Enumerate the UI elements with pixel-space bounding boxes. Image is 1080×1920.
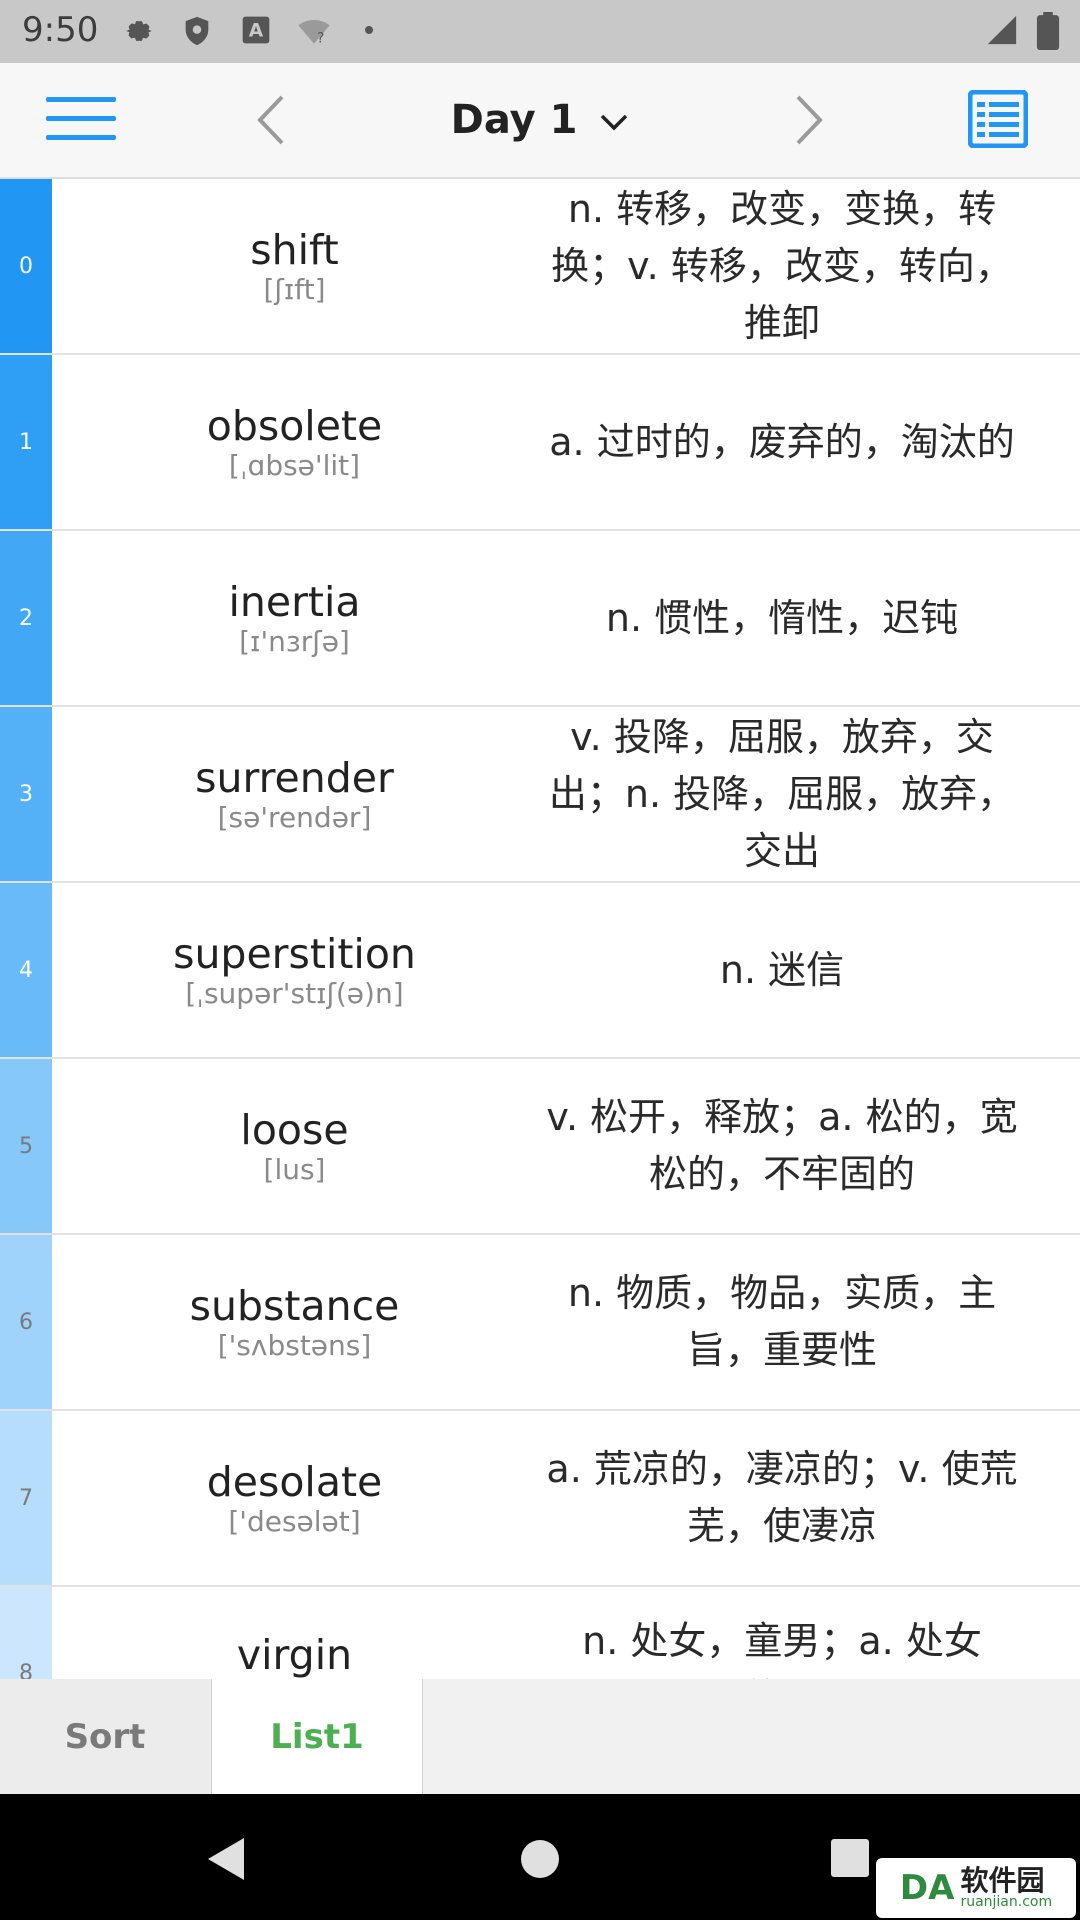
definition-text: a. 过时的，废弃的，淘汰的 bbox=[549, 419, 1015, 464]
definition-cell: n. 转移，改变，变换，转换；v. 转移，改变，转向，推卸 bbox=[537, 179, 1027, 353]
list-view-icon[interactable] bbox=[968, 90, 1028, 148]
row-index: 5 bbox=[0, 1059, 52, 1233]
word-cell: virgin bbox=[52, 1587, 537, 1679]
definition-text: v. 投降，屈服，放弃，交出；n. 投降，屈服，放弃，交出 bbox=[548, 714, 1016, 873]
shield-icon bbox=[185, 16, 209, 46]
list-item[interactable]: 4 superstition [ˌsupər'stɪʃ(ə)n] n. 迷信 bbox=[0, 883, 1080, 1059]
definition-cell: a. 荒凉的，凄凉的；v. 使荒芜，使凄凉 bbox=[537, 1411, 1027, 1585]
definition-cell: n. 处女，童男；a. 处女的， bbox=[537, 1587, 1027, 1679]
system-nav-bar: DA 软件园 ruanjian.com bbox=[0, 1794, 1080, 1920]
definition-text: n. 转移，改变，变换，转换；v. 转移，改变，转向，推卸 bbox=[551, 186, 1013, 345]
word-text: superstition bbox=[173, 930, 416, 978]
definition-text: a. 荒凉的，凄凉的；v. 使荒芜，使凄凉 bbox=[546, 1447, 1018, 1548]
list-item[interactable]: 2 inertia [ɪ'nɜrʃə] n. 惯性，惰性，迟钝 bbox=[0, 531, 1080, 707]
phonetic-text: ['sʌbstəns] bbox=[217, 1329, 372, 1362]
svg-text:?: ? bbox=[317, 30, 325, 46]
word-cell: inertia [ɪ'nɜrʃə] bbox=[52, 531, 537, 705]
tab-list1[interactable]: List1 bbox=[211, 1679, 423, 1794]
phonetic-text: ['desələt] bbox=[228, 1505, 361, 1538]
row-index: 7 bbox=[0, 1411, 52, 1585]
status-bar: 9:50 A ? bbox=[0, 0, 1080, 63]
definition-text: n. 惯性，惰性，迟钝 bbox=[605, 595, 959, 640]
word-text: substance bbox=[189, 1282, 400, 1330]
definition-text: n. 处女，童男；a. 处女的， bbox=[582, 1619, 982, 1679]
word-cell: superstition [ˌsupər'stɪʃ(ə)n] bbox=[52, 883, 537, 1057]
list-item[interactable]: 6 substance ['sʌbstəns] n. 物质，物品，实质，主旨，重… bbox=[0, 1235, 1080, 1411]
watermark-logo: DA 软件园 ruanjian.com bbox=[876, 1858, 1076, 1918]
word-text: loose bbox=[240, 1106, 349, 1154]
phonetic-text: [ɪ'nɜrʃə] bbox=[239, 625, 350, 658]
signal-icon bbox=[987, 15, 1017, 45]
definition-text: v. 松开，释放；a. 松的，宽松的，不牢固的 bbox=[546, 1095, 1018, 1196]
status-time: 9:50 bbox=[22, 10, 99, 50]
list-item[interactable]: 8 virgin n. 处女，童男；a. 处女的， bbox=[0, 1587, 1080, 1679]
word-text: desolate bbox=[206, 1458, 383, 1506]
chevron-down-icon bbox=[601, 114, 628, 131]
phonetic-text: [lus] bbox=[263, 1153, 326, 1186]
word-text: virgin bbox=[236, 1631, 353, 1679]
word-text: surrender bbox=[195, 754, 394, 802]
row-index: 1 bbox=[0, 355, 52, 529]
row-index: 6 bbox=[0, 1235, 52, 1409]
svg-text:A: A bbox=[249, 21, 264, 42]
word-text: shift bbox=[250, 226, 339, 274]
recents-icon[interactable] bbox=[830, 1838, 870, 1878]
word-cell: surrender [sə'rendər] bbox=[52, 707, 537, 881]
tab-sort[interactable]: Sort bbox=[0, 1679, 210, 1794]
word-cell: substance ['sʌbstəns] bbox=[52, 1235, 537, 1409]
definition-cell: v. 投降，屈服，放弃，交出；n. 投降，屈服，放弃，交出 bbox=[537, 707, 1027, 881]
row-index: 0 bbox=[0, 179, 52, 353]
day-selector[interactable]: Day 1 bbox=[0, 97, 1080, 143]
watermark-sub: ruanjian.com bbox=[960, 1894, 1053, 1910]
word-cell: desolate ['desələt] bbox=[52, 1411, 537, 1585]
definition-cell: a. 过时的，废弃的，淘汰的 bbox=[537, 355, 1027, 529]
wifi-question-icon: ? bbox=[298, 20, 330, 46]
list-item[interactable]: 7 desolate ['desələt] a. 荒凉的，凄凉的；v. 使荒芜，… bbox=[0, 1411, 1080, 1587]
bottom-tab-bar: Sort List1 bbox=[0, 1679, 1080, 1794]
phonetic-text: [ʃɪft] bbox=[263, 273, 326, 306]
row-index: 4 bbox=[0, 883, 52, 1057]
list-item[interactable]: 5 loose [lus] v. 松开，释放；a. 松的，宽松的，不牢固的 bbox=[0, 1059, 1080, 1235]
page-title: Day 1 bbox=[450, 97, 578, 143]
gear-icon bbox=[126, 21, 152, 41]
back-icon[interactable] bbox=[204, 1836, 248, 1882]
word-text: obsolete bbox=[206, 402, 383, 450]
watermark-text: 软件园 bbox=[960, 1864, 1045, 1897]
list-item[interactable]: 1 obsolete [ˌɑbsə'lit] a. 过时的，废弃的，淘汰的 bbox=[0, 355, 1080, 531]
list-item[interactable]: 0 shift [ʃɪft] n. 转移，改变，变换，转换；v. 转移，改变，转… bbox=[0, 179, 1080, 355]
definition-text: n. 物质，物品，实质，主旨，重要性 bbox=[567, 1271, 997, 1372]
home-icon[interactable] bbox=[520, 1839, 560, 1879]
word-cell: obsolete [ˌɑbsə'lit] bbox=[52, 355, 537, 529]
definition-cell: n. 惯性，惰性，迟钝 bbox=[537, 531, 1027, 705]
word-list[interactable]: 0 shift [ʃɪft] n. 转移，改变，变换，转换；v. 转移，改变，转… bbox=[0, 179, 1080, 1679]
word-cell: loose [lus] bbox=[52, 1059, 537, 1233]
battery-icon bbox=[1036, 12, 1060, 50]
definition-cell: n. 迷信 bbox=[537, 883, 1027, 1057]
watermark-mark: DA bbox=[899, 1868, 955, 1908]
definition-cell: n. 物质，物品，实质，主旨，重要性 bbox=[537, 1235, 1027, 1409]
a-badge-icon: A bbox=[242, 16, 270, 44]
row-index: 2 bbox=[0, 531, 52, 705]
phonetic-text: [sə'rendər] bbox=[217, 801, 372, 834]
row-index: 8 bbox=[0, 1587, 52, 1679]
word-text: inertia bbox=[228, 578, 361, 626]
phonetic-text: [ˌsupər'stɪʃ(ə)n] bbox=[185, 977, 404, 1010]
app-toolbar: Day 1 bbox=[0, 63, 1080, 179]
definition-cell: v. 松开，释放；a. 松的，宽松的，不牢固的 bbox=[537, 1059, 1027, 1233]
definition-text: n. 迷信 bbox=[719, 947, 845, 992]
list-item[interactable]: 3 surrender [sə'rendər] v. 投降，屈服，放弃，交出；n… bbox=[0, 707, 1080, 883]
dot-icon bbox=[365, 26, 373, 34]
phonetic-text: [ˌɑbsə'lit] bbox=[228, 449, 361, 482]
word-cell: shift [ʃɪft] bbox=[52, 179, 537, 353]
row-index: 3 bbox=[0, 707, 52, 881]
chevron-right-icon[interactable] bbox=[792, 93, 826, 147]
